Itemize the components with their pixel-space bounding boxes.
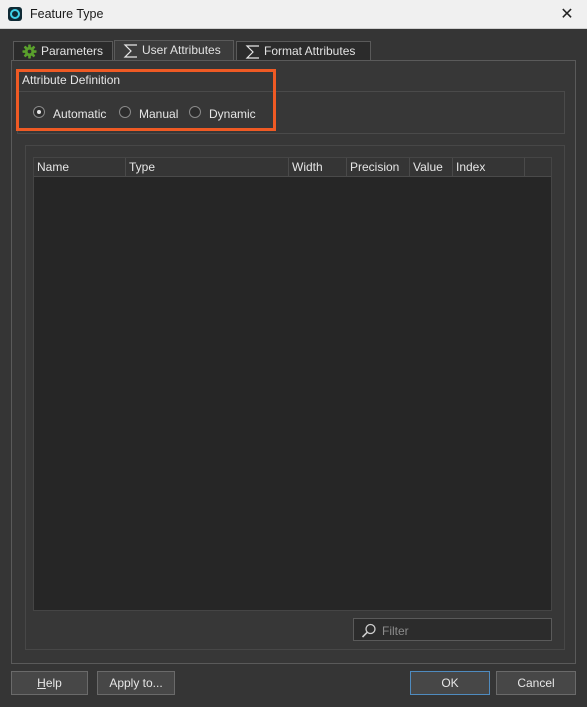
sigma-icon [123,44,139,58]
column-header-index[interactable]: Index [453,158,525,176]
help-mnemonic: H [37,676,46,690]
help-label: elp [45,676,62,690]
highlight-box [16,69,276,131]
ok-button[interactable]: OK [410,671,490,695]
cancel-button[interactable]: Cancel [496,671,576,695]
apply-to-button[interactable]: Apply to... [97,671,175,695]
tab-format-attributes-label: Format Attributes [264,44,356,58]
tab-user-attributes-label: User Attributes [142,43,221,57]
sigma-icon [245,45,261,59]
column-header-precision[interactable]: Precision [347,158,410,176]
column-header-value[interactable]: Value [410,158,453,176]
filter-field[interactable] [353,618,552,641]
filter-input[interactable] [380,621,544,640]
column-header-name[interactable]: Name [34,158,126,176]
title-bar: Feature Type ✕ [0,0,587,29]
window-title: Feature Type [30,7,104,21]
tab-parameters-label: Parameters [41,44,104,58]
app-icon [8,7,22,21]
tab-parameters[interactable]: Parameters [13,41,113,60]
help-button[interactable]: Help [11,671,88,695]
close-icon: ✕ [560,4,574,23]
tab-format-attributes[interactable]: Format Attributes [236,41,371,60]
search-icon [361,623,377,641]
column-header-type[interactable]: Type [126,158,289,176]
gear-icon [22,44,38,59]
tab-user-attributes[interactable]: User Attributes [114,40,234,61]
table-header: Name Type Width Precision Value Index [34,158,551,177]
close-button[interactable]: ✕ [547,0,587,28]
column-header-width[interactable]: Width [289,158,347,176]
attributes-table[interactable]: Name Type Width Precision Value Index [33,157,552,611]
